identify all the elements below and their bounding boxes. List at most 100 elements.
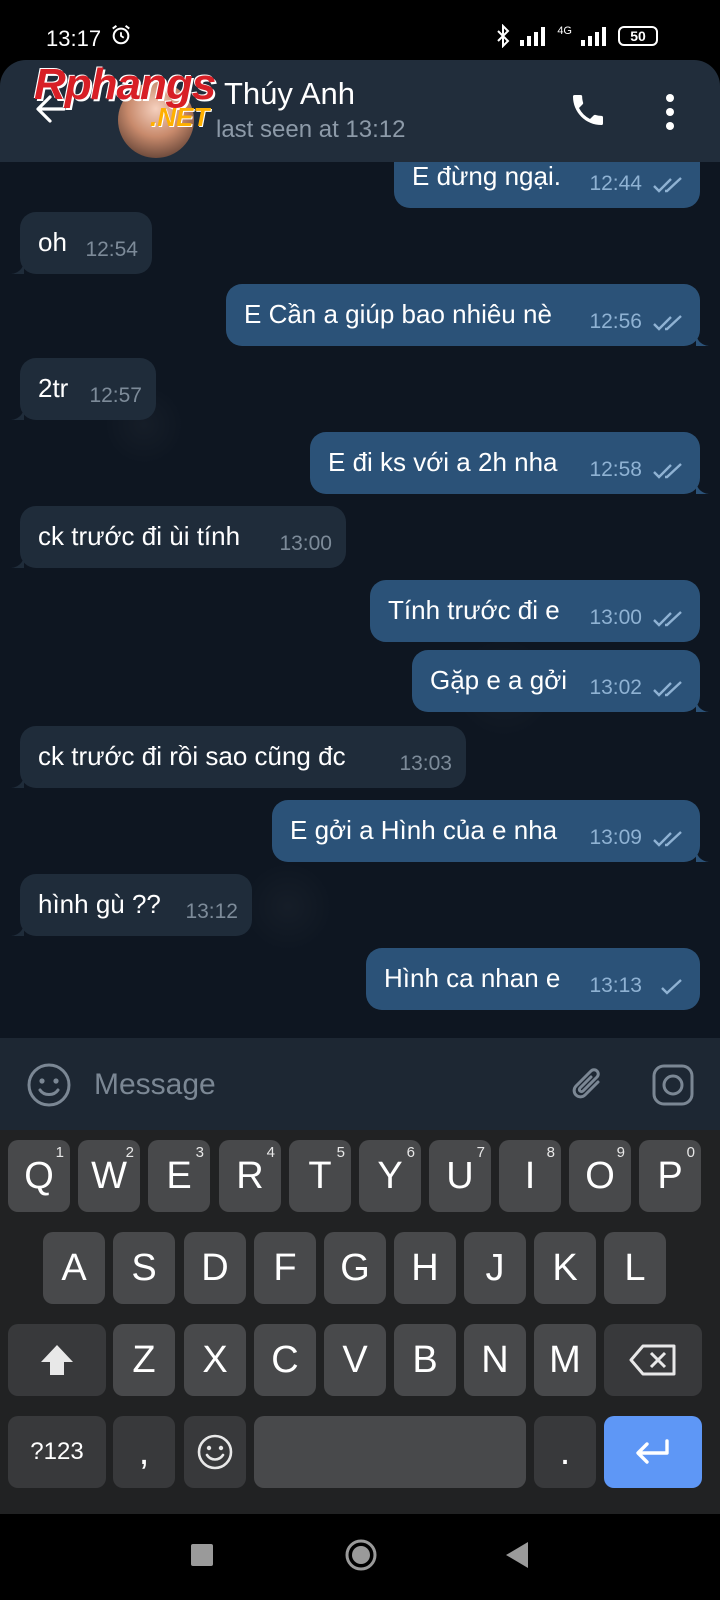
message-bubble-outgoing[interactable]: E gởi a Hình của e nha 13:09 [272, 800, 710, 862]
message-text: E Cần a giúp bao nhiêu nè [244, 299, 552, 329]
bubble-tail [10, 260, 24, 274]
double-check-icon [653, 611, 682, 627]
message-bubble-outgoing[interactable]: Gặp e a gởi 13:02 [412, 650, 710, 712]
key-w[interactable]: W2 [78, 1140, 140, 1212]
bubble-tail [10, 922, 24, 936]
message-bubble-outgoing[interactable]: E Cần a giúp bao nhiêu nè 12:56 [226, 284, 710, 346]
key-n[interactable]: N [464, 1324, 526, 1396]
on-screen-keyboard: Q1 W2 E3 R4 T5 Y6 U7 I8 O9 P0 A S D F G … [0, 1130, 720, 1514]
message-time: 12:56 [589, 310, 642, 333]
key-a[interactable]: A [43, 1232, 105, 1304]
message-text: E đi ks với a 2h nha [328, 447, 558, 477]
shift-key[interactable] [8, 1324, 106, 1396]
more-vert-icon[interactable] [664, 92, 676, 132]
message-time: 13:12 [185, 900, 238, 923]
message-list[interactable]: E đừng ngại. 12:44 oh 12:54 E Cần a giúp… [0, 162, 720, 1038]
message-time: 13:03 [399, 752, 452, 775]
key-h[interactable]: H [394, 1232, 456, 1304]
key-t[interactable]: T5 [289, 1140, 351, 1212]
key-e[interactable]: E3 [148, 1140, 210, 1212]
message-bubble-incoming[interactable]: ck trước đi ùi tính 13:00 [10, 506, 346, 568]
message-time: 12:58 [589, 458, 642, 481]
key-c[interactable]: C [254, 1324, 316, 1396]
message-time: 13:13 [589, 974, 642, 997]
key-m[interactable]: M [534, 1324, 596, 1396]
phone-icon[interactable] [568, 90, 608, 130]
message-bubble-incoming[interactable]: 2tr 12:57 [10, 358, 156, 420]
message-text: ck trước đi rồi sao cũng đc [38, 741, 346, 771]
message-text: E đừng ngại. [412, 162, 561, 191]
key-v[interactable]: V [324, 1324, 386, 1396]
return-arrow-icon [636, 1439, 669, 1464]
spacebar[interactable] [254, 1416, 526, 1488]
emoji-icon[interactable] [26, 1062, 72, 1108]
signal-icon [520, 27, 546, 46]
double-check-icon [653, 831, 682, 847]
paperclip-icon[interactable] [568, 1062, 608, 1108]
key-d[interactable]: D [184, 1232, 246, 1304]
key-z[interactable]: Z [113, 1324, 175, 1396]
period-key[interactable]: . [534, 1416, 596, 1488]
network-type: 4G [557, 25, 572, 37]
home-button[interactable] [344, 1538, 378, 1572]
key-x[interactable]: X [184, 1324, 246, 1396]
bubble-tail [696, 848, 710, 862]
message-text: 2tr [38, 373, 69, 403]
emoji-key[interactable] [184, 1416, 246, 1488]
key-l[interactable]: L [604, 1232, 666, 1304]
message-bubble-outgoing[interactable]: Tính trước đi e 13:00 [370, 580, 700, 642]
key-r[interactable]: R4 [219, 1140, 281, 1212]
status-icons: 4G 50 [495, 24, 658, 48]
key-y[interactable]: Y6 [359, 1140, 421, 1212]
message-composer [0, 1038, 720, 1130]
key-i[interactable]: I8 [499, 1140, 561, 1212]
key-b[interactable]: B [394, 1324, 456, 1396]
message-input[interactable] [92, 1060, 536, 1110]
nav-back-button[interactable] [504, 1540, 530, 1570]
symbols-key[interactable]: ?123 [8, 1416, 106, 1488]
alarm-icon [112, 25, 130, 45]
bubble-tail [696, 332, 710, 346]
system-nav-bar [0, 1514, 720, 1600]
key-s[interactable]: S [113, 1232, 175, 1304]
message-text: E gởi a Hình của e nha [290, 815, 558, 845]
bubble-tail [10, 406, 24, 420]
message-text: Hình ca nhan e [384, 963, 561, 993]
message-time: 12:57 [89, 384, 142, 407]
check-icon [661, 979, 682, 995]
message-text: oh [38, 227, 67, 257]
enter-key[interactable] [604, 1416, 702, 1488]
message-bubble-incoming[interactable]: ck trước đi rồi sao cũng đc 13:03 [10, 726, 466, 788]
key-p[interactable]: P0 [639, 1140, 701, 1212]
message-text: Gặp e a gởi [430, 665, 568, 695]
battery-indicator: 50 [618, 26, 658, 46]
bluetooth-icon [497, 24, 510, 48]
key-j[interactable]: J [464, 1232, 526, 1304]
key-g[interactable]: G [324, 1232, 386, 1304]
bubble-tail [696, 698, 710, 712]
bubble-tail [10, 554, 24, 568]
key-q[interactable]: Q1 [8, 1140, 70, 1212]
bubble-tail [10, 774, 24, 788]
contact-name[interactable]: Thúy Anh [224, 76, 355, 112]
message-time: 12:54 [85, 238, 138, 261]
backspace-icon [629, 1344, 676, 1376]
key-u[interactable]: U7 [429, 1140, 491, 1212]
backspace-key[interactable] [604, 1324, 702, 1396]
comma-key[interactable]: , [113, 1416, 175, 1488]
camera-icon[interactable] [650, 1062, 696, 1108]
message-bubble-outgoing[interactable]: E đừng ngại. 12:44 [394, 162, 700, 208]
key-k[interactable]: K [534, 1232, 596, 1304]
message-bubble-incoming[interactable]: hình gù ?? 13:12 [10, 874, 252, 936]
key-o[interactable]: O9 [569, 1140, 631, 1212]
double-check-icon [653, 315, 682, 331]
message-bubble-outgoing[interactable]: Hình ca nhan e 13:13 [366, 948, 700, 1010]
watermark-net: .NET [150, 102, 210, 132]
status-time: 13:17 [46, 26, 102, 51]
message-time: 13:09 [589, 826, 642, 849]
recents-button[interactable] [191, 1544, 213, 1566]
message-bubble-incoming[interactable]: oh 12:54 [10, 212, 152, 274]
double-check-icon [653, 463, 682, 479]
key-f[interactable]: F [254, 1232, 316, 1304]
message-bubble-outgoing[interactable]: E đi ks với a 2h nha 12:58 [310, 432, 710, 494]
